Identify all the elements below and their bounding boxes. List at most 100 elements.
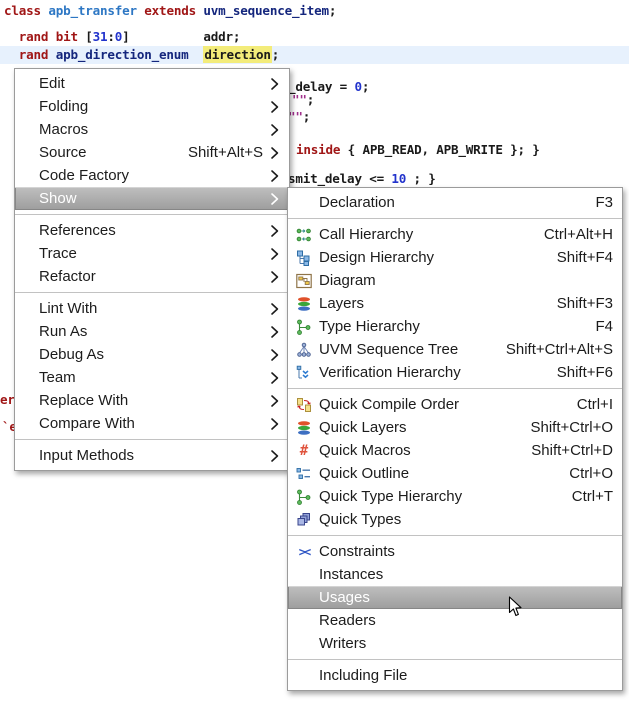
show-submenu: DeclarationF3 Call HierarchyCtrl+Alt+H D… bbox=[287, 187, 623, 691]
menu-item-shortcut: Ctrl+O bbox=[569, 465, 613, 482]
icon-slot-empty bbox=[294, 195, 314, 211]
code-segment: ; bbox=[303, 109, 310, 124]
code-segment: "" bbox=[288, 109, 303, 124]
menu-item-compare-with[interactable]: Compare With bbox=[15, 412, 289, 435]
menu-separator bbox=[288, 659, 622, 660]
code-segment: 0 bbox=[354, 79, 361, 94]
mouse-cursor bbox=[508, 596, 523, 623]
menu-item-label: Verification Hierarchy bbox=[319, 364, 461, 381]
submenu-arrow-icon bbox=[269, 78, 281, 90]
menu-separator bbox=[288, 218, 622, 219]
menu-item-quick-types[interactable]: Quick Types bbox=[288, 508, 622, 531]
icon-slot-empty bbox=[294, 613, 314, 629]
menu-item-quick-type-hierarchy[interactable]: Quick Type HierarchyCtrl+T bbox=[288, 485, 622, 508]
menu-item-uvm-sequence-tree[interactable]: UVM Sequence Tree Shift+Ctrl+Alt+S bbox=[288, 338, 622, 361]
layers-icon bbox=[294, 420, 314, 436]
submenu-arrow-icon bbox=[269, 450, 281, 462]
menu-item-source[interactable]: SourceShift+Alt+S bbox=[15, 141, 289, 164]
menu-item-shortcut: Shift+Ctrl+Alt+S bbox=[506, 341, 613, 358]
menu-item-input-methods[interactable]: Input Methods bbox=[15, 444, 289, 467]
menu-item-usages[interactable]: Usages bbox=[288, 586, 622, 609]
code-segment: er bbox=[0, 392, 15, 407]
menu-item-shortcut: Ctrl+T bbox=[572, 488, 613, 505]
code-segment: ; bbox=[307, 92, 314, 107]
menu-item-quick-outline[interactable]: Quick OutlineCtrl+O bbox=[288, 462, 622, 485]
menu-item-readers[interactable]: Readers bbox=[288, 609, 622, 632]
context-menu: Edit FoldingMacrosSourceShift+Alt+S Code F… bbox=[14, 68, 290, 471]
menu-item-label: Replace With bbox=[39, 392, 128, 409]
menu-item-edit[interactable]: Edit bbox=[15, 72, 289, 95]
type-hierarchy-icon bbox=[294, 489, 314, 505]
menu-item-shortcut: Shift+F6 bbox=[557, 364, 613, 381]
code-segment: smit_delay <= bbox=[288, 171, 391, 186]
menu-item-code-factory[interactable]: Code Factory bbox=[15, 164, 289, 187]
menu-item-diagram[interactable]: Diagram bbox=[288, 269, 622, 292]
menu-item-label: Declaration bbox=[319, 194, 395, 211]
code-segment: 31 bbox=[93, 29, 108, 44]
menu-item-declaration[interactable]: DeclarationF3 bbox=[288, 191, 622, 214]
submenu-arrow-icon bbox=[269, 101, 281, 113]
submenu-arrow-icon bbox=[269, 193, 281, 205]
call-hierarchy-icon bbox=[294, 227, 314, 243]
icon-slot-empty bbox=[294, 636, 314, 652]
menu-item-refactor[interactable]: Refactor bbox=[15, 265, 289, 288]
menu-item-debug-as[interactable]: Debug As bbox=[15, 343, 289, 366]
menu-item-quick-layers[interactable]: Quick LayersShift+Ctrl+O bbox=[288, 416, 622, 439]
menu-item-replace-with[interactable]: Replace With bbox=[15, 389, 289, 412]
menu-item-writers[interactable]: Writers bbox=[288, 632, 622, 655]
code-segment: ; bbox=[329, 3, 336, 18]
code-fragment: er bbox=[0, 392, 15, 408]
menu-item-call-hierarchy[interactable]: Call HierarchyCtrl+Alt+H bbox=[288, 223, 622, 246]
code-fragment: ""; bbox=[292, 92, 314, 108]
code-segment: inside bbox=[296, 142, 340, 157]
menu-item-quick-macros[interactable]: #Quick MacrosShift+Ctrl+D bbox=[288, 439, 622, 462]
menu-item-verification-hierarchy[interactable]: Verification Hierarchy Shift+F6 bbox=[288, 361, 622, 384]
menu-separator bbox=[15, 292, 289, 293]
verification-hierarchy-icon bbox=[294, 365, 314, 381]
submenu-arrow-icon bbox=[269, 303, 281, 315]
menu-item-folding[interactable]: Folding bbox=[15, 95, 289, 118]
code-segment: extends bbox=[144, 3, 196, 18]
menu-item-run-as[interactable]: Run As bbox=[15, 320, 289, 343]
code-line: class apb_transfer extends uvm_sequence_… bbox=[4, 3, 336, 19]
menu-item-macros[interactable]: Macros bbox=[15, 118, 289, 141]
menu-item-design-hierarchy[interactable]: Design Hierarchy Shift+F4 bbox=[288, 246, 622, 269]
menu-item-lint-with[interactable]: Lint With bbox=[15, 297, 289, 320]
code-segment: [ bbox=[78, 29, 93, 44]
menu-item-label: Including File bbox=[319, 667, 407, 684]
submenu-arrow-icon bbox=[269, 147, 281, 159]
menu-item-including-file[interactable]: Including File bbox=[288, 664, 622, 687]
submenu-arrow-icon bbox=[269, 418, 281, 430]
icon-slot-empty bbox=[294, 590, 314, 606]
menu-item-label: Quick Layers bbox=[319, 419, 407, 436]
menu-item-type-hierarchy[interactable]: Type HierarchyF4 bbox=[288, 315, 622, 338]
menu-item-label: Refactor bbox=[39, 268, 96, 285]
menu-item-trace[interactable]: Trace bbox=[15, 242, 289, 265]
code-segment bbox=[48, 47, 55, 62]
menu-item-label: Type Hierarchy bbox=[319, 318, 420, 335]
code-segment: 10 bbox=[391, 171, 406, 186]
code-segment bbox=[48, 29, 55, 44]
menu-item-references[interactable]: References bbox=[15, 219, 289, 242]
menu-item-label: Code Factory bbox=[39, 167, 129, 184]
menu-item-constraints[interactable]: ><Constraints bbox=[288, 540, 622, 563]
uvm-sequence-tree-icon bbox=[294, 342, 314, 358]
icon-slot-empty bbox=[294, 668, 314, 684]
menu-item-label: Edit bbox=[39, 75, 65, 92]
menu-item-quick-compile-order[interactable]: Quick Compile OrderCtrl+I bbox=[288, 393, 622, 416]
submenu-arrow-icon bbox=[269, 395, 281, 407]
menu-item-team[interactable]: Team bbox=[15, 366, 289, 389]
code-segment: ; bbox=[362, 79, 369, 94]
menu-item-label: Design Hierarchy bbox=[319, 249, 434, 266]
menu-item-show[interactable]: Show bbox=[15, 187, 289, 210]
menu-item-label: UVM Sequence Tree bbox=[319, 341, 458, 358]
menu-item-shortcut: Shift+F4 bbox=[557, 249, 613, 266]
menu-separator bbox=[15, 214, 289, 215]
type-hierarchy-icon bbox=[294, 319, 314, 335]
menu-item-label: Quick Macros bbox=[319, 442, 411, 459]
menu-item-label: Run As bbox=[39, 323, 87, 340]
code-segment: "" bbox=[292, 92, 307, 107]
menu-item-layers[interactable]: LayersShift+F3 bbox=[288, 292, 622, 315]
menu-item-instances[interactable]: Instances bbox=[288, 563, 622, 586]
constraints-icon: >< bbox=[294, 544, 314, 560]
